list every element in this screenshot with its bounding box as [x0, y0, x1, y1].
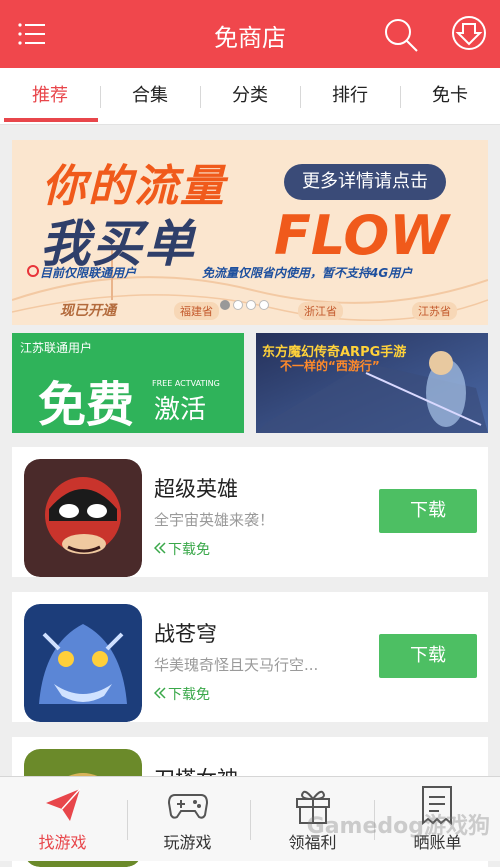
- banner-city: 浙江省: [298, 302, 343, 320]
- banner-flow-text: FLOW: [274, 204, 449, 267]
- carousel-dot[interactable]: [220, 300, 230, 310]
- gamepad-icon: [167, 794, 209, 819]
- category-tabs: 推荐 合集 分类 排行 免卡: [0, 68, 500, 125]
- nav-label: 找游戏: [38, 833, 87, 852]
- carousel-dot[interactable]: [233, 300, 243, 310]
- app-name: 超级英雄: [154, 477, 238, 501]
- app-free-download-label: 下载免: [168, 687, 210, 703]
- tab-divider: [400, 86, 401, 108]
- promo-free-activate: 激活: [154, 395, 207, 425]
- search-icon[interactable]: [382, 16, 420, 54]
- app-description: 华美瑰奇怪且天马行空...: [154, 656, 319, 674]
- watermark: Gamedog游戏狗: [306, 814, 490, 839]
- promo-free-big: 免费: [38, 377, 135, 433]
- app-description: 全宇宙英雄来袭！: [154, 511, 275, 529]
- banner-city: 福建省: [174, 302, 219, 320]
- nav-divider: [250, 800, 251, 840]
- page-title: 免商店: [214, 24, 286, 52]
- tab-category[interactable]: 分类: [200, 68, 300, 124]
- promo-free-small: 江苏联通用户: [20, 341, 93, 355]
- app-header: 免商店: [0, 0, 500, 68]
- carousel-dot[interactable]: [259, 300, 269, 310]
- tab-recommend[interactable]: 推荐: [0, 68, 100, 124]
- promo-free-activation[interactable]: 江苏联通用户 免费 FREE ACTVATING 激活: [12, 333, 244, 433]
- promo-game-banner[interactable]: 东方魔幻传奇ARPG手游 不一样的“西游行”: [256, 333, 488, 433]
- tab-divider: [100, 86, 101, 108]
- app-icon-dragon: [24, 604, 142, 722]
- double-chevron-icon: [154, 542, 166, 554]
- banner-note: 目前仅限联通用户: [40, 266, 137, 280]
- banner-note: 免流量仅限省内使用，暂不支持4G用户: [202, 266, 413, 280]
- download-button[interactable]: 下载: [379, 489, 477, 533]
- tab-divider: [300, 86, 301, 108]
- banner-opened-label: 现已开通: [60, 303, 116, 319]
- banner-city: 江苏省: [412, 302, 457, 320]
- tab-divider: [200, 86, 201, 108]
- nav-find-games[interactable]: 找游戏: [0, 777, 125, 861]
- download-manager-icon[interactable]: [450, 14, 488, 52]
- app-name: 战苍穹: [154, 622, 217, 646]
- app-card[interactable]: 战苍穹 华美瑰奇怪且天马行空... 下载免 下载: [12, 592, 488, 722]
- tab-free-card[interactable]: 免卡: [400, 68, 500, 124]
- app-icon-superhero: [24, 459, 142, 577]
- double-chevron-icon: [154, 687, 166, 699]
- paper-plane-icon: [46, 788, 81, 821]
- download-button[interactable]: 下载: [379, 634, 477, 678]
- active-tab-indicator: [4, 118, 98, 122]
- banner-more-button[interactable]: 更多详情请点击: [284, 164, 446, 200]
- promo-game-subtitle: 不一样的“西游行”: [280, 359, 380, 373]
- tab-collection[interactable]: 合集: [100, 68, 200, 124]
- app-free-download-label: 下载免: [168, 542, 210, 558]
- carousel-dot[interactable]: [246, 300, 256, 310]
- app-card[interactable]: 超级英雄 全宇宙英雄来袭！ 下载免 下载: [12, 447, 488, 577]
- nav-play-games[interactable]: 玩游戏: [125, 777, 250, 861]
- nav-divider: [127, 800, 128, 840]
- nav-label: 玩游戏: [163, 833, 212, 852]
- unicom-logo-icon: [27, 265, 39, 277]
- promo-free-english: FREE ACTVATING: [152, 379, 220, 388]
- tab-ranking[interactable]: 排行: [300, 68, 400, 124]
- promo-banner-flow[interactable]: 你的流量 更多详情请点击 我买单 FLOW 目前仅限联通用户 免流量仅限省内使用…: [12, 140, 488, 325]
